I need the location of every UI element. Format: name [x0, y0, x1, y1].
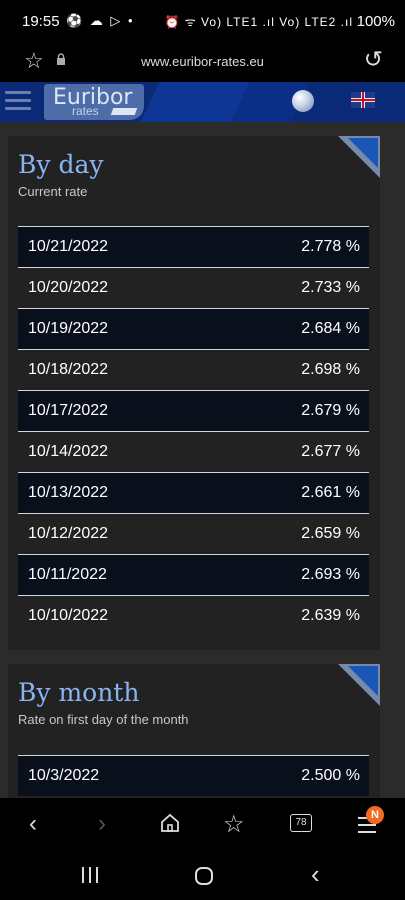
- table-row: 10/18/2022 2.698 %: [18, 349, 369, 390]
- page-content: By day Current rate 10/21/2022 2.778 % 10…: [0, 122, 405, 798]
- row-rate: 2.778 %: [301, 238, 360, 255]
- corner-ribbon-inner: [348, 138, 378, 168]
- row-date: 10/11/2022: [28, 566, 107, 583]
- home-icon[interactable]: [159, 812, 181, 834]
- recent-apps-icon[interactable]: [80, 867, 100, 883]
- section-subtitle: Rate on first day of the month: [18, 712, 189, 727]
- row-date: 10/3/2022: [28, 767, 100, 784]
- row-date: 10/13/2022: [28, 484, 109, 501]
- row-date: 10/10/2022: [28, 607, 109, 624]
- row-rate: 2.639 %: [301, 607, 360, 624]
- section-subtitle: Current rate: [18, 184, 88, 199]
- row-rate: 2.733 %: [301, 279, 360, 296]
- logo-subtext: rates: [72, 104, 99, 118]
- bookmarks-icon[interactable]: ☆: [223, 810, 245, 839]
- site-logo[interactable]: Euribor rates: [44, 84, 144, 120]
- row-rate: 2.659 %: [301, 525, 360, 542]
- daily-rates-table: 10/21/2022 2.778 % 10/20/2022 2.733 % 10/1…: [18, 226, 369, 636]
- back-icon[interactable]: ‹: [29, 810, 37, 838]
- monthly-rates-table: 10/3/2022 2.500 %: [18, 755, 369, 796]
- globe-icon[interactable]: [292, 90, 314, 112]
- table-row: 10/10/2022 2.639 %: [18, 595, 369, 636]
- row-date: 10/19/2022: [28, 320, 109, 337]
- site-menu-icon[interactable]: [5, 91, 31, 113]
- row-rate: 2.500 %: [301, 767, 360, 784]
- notification-badge: N: [366, 806, 384, 824]
- table-row: 10/11/2022 2.693 %: [18, 554, 369, 595]
- row-rate: 2.684 %: [301, 320, 360, 337]
- row-rate: 2.693 %: [301, 566, 360, 583]
- row-rate: 2.661 %: [301, 484, 360, 501]
- row-date: 10/17/2022: [28, 402, 109, 419]
- browser-toolbar: ‹ › ☆ 78: [0, 798, 405, 850]
- logo-bar: [110, 108, 138, 115]
- table-row: 10/17/2022 2.679 %: [18, 390, 369, 431]
- row-rate: 2.679 %: [301, 402, 360, 419]
- by-month-card: By month Rate on first day of the month …: [8, 664, 380, 798]
- status-time: 19:55: [22, 13, 60, 30]
- table-row: 10/14/2022 2.677 %: [18, 431, 369, 472]
- by-day-card: By day Current rate 10/21/2022 2.778 % 10…: [8, 136, 380, 650]
- address-bar: ☆ www.euribor-rates.eu ↺: [0, 44, 405, 82]
- table-row: 10/3/2022 2.500 %: [18, 755, 369, 796]
- row-date: 10/20/2022: [28, 279, 109, 296]
- uk-flag-icon[interactable]: [351, 92, 375, 108]
- table-row: 10/12/2022 2.659 %: [18, 513, 369, 554]
- reload-icon[interactable]: ↺: [364, 46, 383, 73]
- row-date: 10/18/2022: [28, 361, 109, 378]
- section-title: By month: [18, 678, 140, 707]
- notification-icons: ⚽ ☁ ▷ •: [66, 13, 135, 28]
- battery-level: 100%: [356, 13, 395, 30]
- system-nav-bar: ‹: [0, 850, 405, 900]
- site-header: Euribor rates: [0, 82, 405, 122]
- tabs-button[interactable]: 78: [290, 814, 312, 832]
- signal-icons: ⏰ ᯤ Vo) LTE1 .ıl Vo) LTE2 .ıl: [164, 15, 353, 29]
- forward-icon[interactable]: ›: [98, 810, 106, 838]
- table-row: 10/21/2022 2.778 %: [18, 226, 369, 267]
- row-rate: 2.677 %: [301, 443, 360, 460]
- table-row: 10/19/2022 2.684 %: [18, 308, 369, 349]
- back-nav-icon[interactable]: ‹: [311, 859, 320, 890]
- row-date: 10/21/2022: [28, 238, 109, 255]
- home-nav-icon[interactable]: [194, 866, 214, 886]
- row-date: 10/12/2022: [28, 525, 109, 542]
- url-text[interactable]: www.euribor-rates.eu: [0, 54, 405, 69]
- corner-ribbon-inner: [348, 666, 378, 696]
- row-rate: 2.698 %: [301, 361, 360, 378]
- table-row: 10/13/2022 2.661 %: [18, 472, 369, 513]
- status-bar: 19:55 ⚽ ☁ ▷ • ⏰ ᯤ Vo) LTE1 .ıl Vo) LTE2 …: [0, 0, 405, 44]
- row-date: 10/14/2022: [28, 443, 109, 460]
- section-title: By day: [18, 150, 104, 179]
- table-row: 10/20/2022 2.733 %: [18, 267, 369, 308]
